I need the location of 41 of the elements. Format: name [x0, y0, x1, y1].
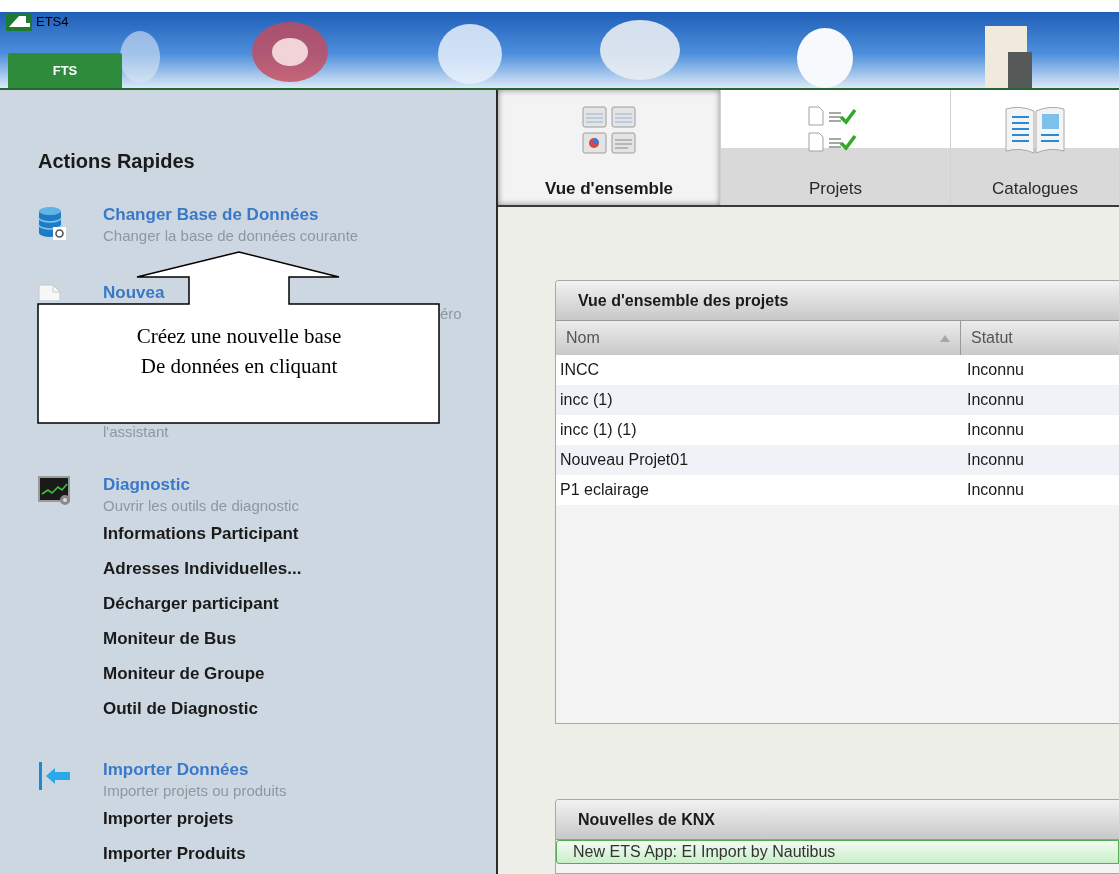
- column-header[interactable]: Statut: [961, 321, 1119, 355]
- action-link[interactable]: Décharger participant: [103, 586, 302, 621]
- table-cell-text: incc (1): [559, 390, 614, 410]
- app-tab[interactable]: FTS: [8, 53, 122, 88]
- action-link[interactable]: Moniteur de Bus: [103, 621, 302, 656]
- table-cell-text: INCC: [559, 360, 601, 380]
- table-cell-text: Inconnu: [966, 420, 1024, 440]
- database-icon: [38, 206, 66, 240]
- window-title: ETS4: [36, 13, 69, 31]
- document-icon: [38, 284, 62, 300]
- table-cell-text: Inconnu: [966, 390, 1024, 410]
- callout-text: De données en cliquant: [140, 353, 338, 380]
- action-link[interactable]: Importer projets: [103, 801, 287, 836]
- action-description: Ouvrir les outils de diagnostic: [103, 496, 300, 516]
- action-link[interactable]: Outil de Diagnostic: [103, 691, 302, 726]
- table-cell-text: Nouveau Projet01: [559, 450, 690, 470]
- action-description: Changer la base de données courante: [103, 226, 359, 246]
- news-item[interactable]: New ETS App: EI Import by Nautibus: [556, 840, 1119, 864]
- action-link[interactable]: Informations Participant: [103, 516, 302, 551]
- panel-title: Nouvelles de KNX: [556, 800, 1119, 840]
- arrow-icon: [38, 761, 72, 791]
- action-description: éro: [440, 304, 462, 324]
- action-link[interactable]: Importer Produits: [103, 836, 287, 871]
- tab[interactable]: Catalogues: [950, 90, 1119, 205]
- action-description: Importer projets ou produits: [103, 781, 287, 801]
- table-cell-text: incc (1) (1): [559, 420, 638, 440]
- grid-icon: [582, 106, 636, 154]
- book-icon: [1004, 105, 1066, 155]
- table-cell-text: P1 eclairage: [559, 480, 650, 500]
- action-description: l'assistant: [103, 422, 170, 442]
- panel-title: Vue d'ensemble des projets: [556, 281, 1119, 321]
- tab[interactable]: Vue d'ensemble: [498, 90, 720, 205]
- section-heading: Actions Rapides: [38, 149, 196, 174]
- action-link[interactable]: Adresses Individuelles...: [103, 551, 302, 586]
- tab[interactable]: Projets: [720, 90, 950, 205]
- action-link[interactable]: Moniteur de Groupe: [103, 656, 302, 691]
- table-cell-text: Inconnu: [966, 360, 1024, 380]
- table-cell-text: Inconnu: [966, 450, 1024, 470]
- table-cell-text: Inconnu: [966, 480, 1024, 500]
- monitor-icon: [38, 476, 72, 506]
- callout-text: Créez une nouvelle base: [136, 323, 342, 350]
